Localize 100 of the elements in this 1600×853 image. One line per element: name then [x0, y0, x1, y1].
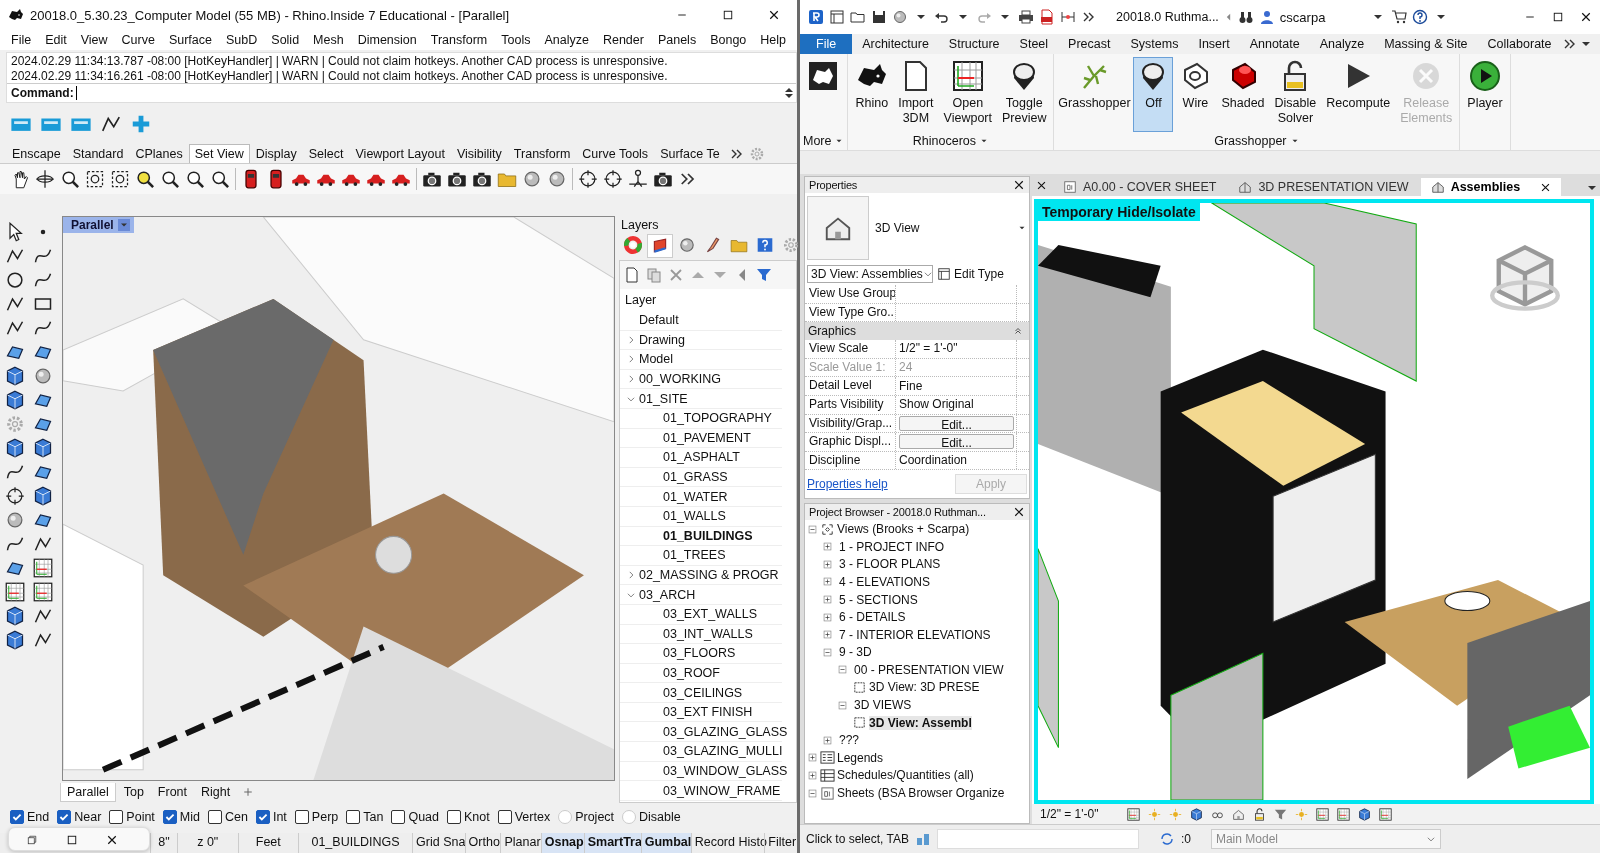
layer-name[interactable]: 03_ROOF — [663, 666, 720, 680]
menu-item[interactable]: Bongo — [703, 33, 754, 47]
collapse-icon[interactable] — [837, 699, 848, 711]
browser-item[interactable]: Views (Brooks + Scarpa) — [837, 522, 970, 537]
ribbon-button[interactable]: Off — [1133, 57, 1174, 132]
checkbox[interactable] — [109, 810, 124, 824]
properties-help-link[interactable]: Properties help — [807, 477, 888, 492]
ribbon-tab[interactable]: Systems — [1120, 34, 1189, 54]
checkbox[interactable] — [255, 810, 270, 824]
menu-item[interactable]: Panels — [650, 33, 704, 47]
radio-button[interactable] — [622, 810, 637, 824]
ribbon-tab[interactable]: Analyze — [1309, 34, 1375, 54]
toolbar-tab[interactable]: Display — [249, 144, 303, 163]
edit-button[interactable]: Edit... — [899, 415, 1014, 431]
checkbox[interactable] — [208, 810, 222, 824]
menu-item[interactable]: File — [4, 33, 39, 47]
layer-name[interactable]: 03_INT_WALLS — [663, 626, 753, 641]
browser-item[interactable]: 3 - FLOOR PLANS — [839, 557, 941, 572]
toolbar-tab[interactable]: Surface Te — [654, 144, 726, 163]
menu-item[interactable]: Mesh — [306, 33, 351, 47]
property-value[interactable]: Coordination — [896, 451, 1016, 470]
toolbar-tab[interactable]: Set View — [188, 144, 250, 163]
status-pane[interactable]: Feet — [237, 833, 299, 853]
status-pane[interactable]: Gumbal — [640, 833, 691, 853]
browser-item[interactable]: 1 - PROJECT INFO — [839, 539, 945, 554]
layer-name[interactable]: 01_WATER — [663, 489, 728, 504]
browser-item[interactable]: ??? — [839, 733, 860, 748]
cube-icon[interactable] — [5, 390, 25, 410]
workset-field[interactable] — [936, 829, 1139, 849]
cart-icon[interactable] — [1391, 9, 1408, 25]
layer-name[interactable]: 03_GLAZING_MULLI — [663, 744, 783, 759]
ribbon-tab[interactable]: Annotate — [1239, 34, 1310, 54]
cube-icon[interactable] — [1357, 807, 1371, 821]
browser-item[interactable]: 7 - INTERIOR ELEVATIONS — [839, 627, 991, 642]
ribbon-tab[interactable]: Massing & Site — [1374, 34, 1478, 54]
toolbar-tab[interactable]: Select — [302, 144, 350, 163]
document-icon[interactable] — [624, 267, 640, 283]
cube-icon[interactable] — [5, 438, 25, 458]
target-icon[interactable] — [578, 169, 598, 189]
folder-icon[interactable] — [850, 9, 866, 25]
layer-name[interactable]: 03_EXT_WALLS — [663, 607, 758, 622]
layer-name[interactable]: 02_MASSING & PROGR — [639, 568, 779, 582]
viewport-tab[interactable]: Top — [117, 783, 150, 801]
layer-name[interactable]: 01_TREES — [663, 548, 726, 563]
cube-icon[interactable] — [5, 366, 25, 386]
filter-icon[interactable] — [1273, 807, 1287, 821]
target-icon[interactable] — [5, 486, 25, 506]
toolbar-tab[interactable]: Viewport Layout — [349, 144, 451, 163]
ribbon-button[interactable]: Toggle Preview — [998, 57, 1051, 132]
layer-name[interactable]: 03_GLAZING_GLASS — [663, 724, 788, 739]
frame-icon[interactable] — [110, 169, 130, 189]
document-tab[interactable]: Assemblies — [1420, 178, 1562, 196]
status-pane[interactable]: z 0" — [177, 833, 238, 853]
browser-item[interactable]: 3D VIEWS — [854, 698, 912, 713]
crosshair-icon[interactable] — [35, 169, 55, 189]
model-view[interactable]: Temporary Hide/Isolate — [1034, 199, 1594, 804]
ribbon-tab[interactable]: Architecture — [852, 34, 939, 54]
panel-label[interactable]: More — [803, 132, 845, 150]
ribbon-button[interactable]: Disable Solver — [1270, 57, 1321, 132]
cube-icon[interactable] — [33, 438, 53, 458]
checkbox[interactable] — [294, 810, 309, 824]
revit-logo-icon[interactable] — [808, 9, 824, 25]
target-icon[interactable] — [603, 169, 623, 189]
menu-item[interactable]: Curve — [114, 33, 162, 47]
edit-type-button[interactable]: Edit Type — [937, 267, 1004, 281]
cube-icon[interactable] — [5, 606, 25, 626]
expand-icon[interactable] — [822, 734, 833, 746]
menu-item[interactable]: Analyze — [537, 33, 596, 47]
ribbon-tab[interactable]: Precast — [1058, 34, 1121, 54]
viewport-tab[interactable]: Front — [151, 783, 194, 801]
toolbar-tab[interactable]: Visibility — [450, 144, 508, 163]
color-wheel-icon[interactable] — [624, 236, 642, 254]
cube-icon[interactable] — [1189, 807, 1203, 821]
layer-name[interactable]: 03_CEILINGS — [663, 685, 743, 700]
layer-name[interactable]: 01_BUILDINGS — [663, 528, 753, 543]
pdf-document-icon[interactable] — [1039, 9, 1055, 25]
status-pane[interactable]: SmartTra — [583, 833, 641, 853]
checkbox[interactable] — [346, 810, 361, 824]
help-icon[interactable] — [1412, 9, 1429, 25]
ribbon-tab[interactable]: Insert — [1188, 34, 1240, 54]
expand-icon[interactable] — [822, 541, 833, 553]
expand-icon[interactable] — [807, 769, 818, 781]
cube-icon[interactable] — [33, 486, 53, 506]
viewport-tab[interactable]: Parallel — [60, 782, 116, 802]
menu-item[interactable]: Transform — [423, 33, 495, 47]
browser-item[interactable]: Schedules/Quantities (all) — [837, 768, 974, 783]
menu-item[interactable]: Help — [753, 33, 793, 47]
view-scale[interactable]: 1/2" = 1'-0" — [1040, 807, 1099, 821]
magnifier-icon[interactable] — [160, 169, 180, 189]
sphere-icon[interactable] — [547, 169, 567, 189]
property-value[interactable]: Show Original — [896, 395, 1016, 414]
pin-icon[interactable] — [628, 169, 648, 189]
cross-icon[interactable] — [668, 267, 684, 283]
ribbon-button[interactable]: Wire — [1175, 57, 1216, 132]
browser-item[interactable]: 6 - DETAILS — [839, 610, 906, 625]
toolbar-tab[interactable]: Standard — [66, 144, 130, 163]
ribbon-button[interactable]: Import 3DM — [894, 57, 938, 132]
layer-name[interactable]: 03_EXT FINISH — [663, 705, 753, 720]
document-tab[interactable]: 3D PRESENTATION VIEW — [1228, 178, 1419, 196]
toolbar-tab[interactable]: Transform — [507, 144, 577, 163]
